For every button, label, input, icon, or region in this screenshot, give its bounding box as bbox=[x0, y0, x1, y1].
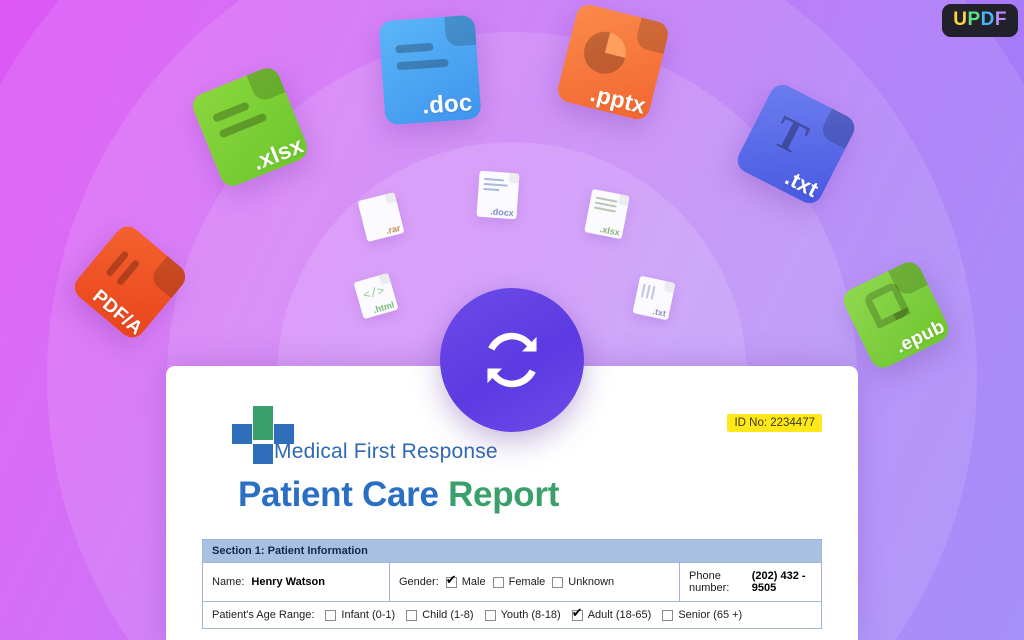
gender-option-male[interactable]: Male bbox=[445, 573, 486, 588]
table-row: Patient's Age Range: Infant (0-1) Child … bbox=[203, 602, 821, 629]
gender-field[interactable]: Gender: Male Female Unknown bbox=[389, 563, 679, 601]
phone-label: Phone number: bbox=[689, 570, 730, 594]
sync-convert-badge[interactable] bbox=[440, 288, 584, 432]
age-option-child[interactable]: Child (1-8) bbox=[406, 609, 474, 621]
document-lines-icon bbox=[483, 177, 508, 195]
checkbox-icon[interactable] bbox=[492, 576, 504, 588]
updf-logo-letter-f: F bbox=[994, 9, 1007, 30]
checkbox-checked-icon[interactable] bbox=[445, 573, 457, 588]
gender-option-unknown-label: Unknown bbox=[568, 576, 615, 588]
page-title: Patient Care Report bbox=[238, 475, 822, 515]
checkbox-icon[interactable] bbox=[484, 609, 496, 621]
patient-information-table: Section 1: Patient Information Name: Hen… bbox=[202, 539, 822, 629]
age-option-child-label: Child (1-8) bbox=[422, 609, 474, 621]
small-file-icon-docx-label: .docx bbox=[489, 206, 515, 219]
gender-option-female[interactable]: Female bbox=[492, 576, 546, 588]
file-icon-doc-label: .doc bbox=[421, 89, 474, 120]
age-range-field[interactable]: Patient's Age Range: Infant (0-1) Child … bbox=[203, 602, 821, 628]
code-brackets-icon: </> bbox=[361, 283, 387, 304]
page-fold-icon bbox=[508, 172, 520, 184]
file-icon-doc[interactable]: .doc bbox=[378, 14, 482, 126]
age-option-infant-label: Infant (0-1) bbox=[341, 609, 396, 621]
age-option-adult[interactable]: Adult (18-65) bbox=[571, 606, 652, 621]
updf-logo-letter-d: D bbox=[980, 9, 995, 30]
phone-field[interactable]: Phone number: (202) 432 - 9505 bbox=[679, 563, 821, 601]
updf-logo-letter-p: P bbox=[967, 9, 981, 30]
name-value: Henry Watson bbox=[251, 576, 325, 588]
sync-convert-icon bbox=[487, 332, 537, 388]
page-fold-icon bbox=[663, 281, 676, 293]
age-option-youth-label: Youth (8-18) bbox=[500, 609, 561, 621]
gender-option-unknown[interactable]: Unknown bbox=[552, 576, 614, 588]
table-row: Name: Henry Watson Gender: Male Female U… bbox=[203, 563, 821, 602]
small-file-icon-xlsx-label: .xlsx bbox=[599, 224, 621, 238]
age-option-youth[interactable]: Youth (8-18) bbox=[484, 609, 561, 621]
small-file-icon-txt-label: .txt bbox=[651, 306, 668, 319]
gender-label: Gender: bbox=[399, 576, 439, 588]
small-file-icon-docx[interactable]: .docx bbox=[476, 170, 520, 220]
checkbox-icon[interactable] bbox=[552, 576, 564, 588]
page-fold-icon bbox=[444, 14, 477, 47]
age-range-label: Patient's Age Range: bbox=[212, 609, 315, 621]
small-file-icon-rar-label: .rar bbox=[384, 222, 402, 237]
id-number-badge: ID No: 2234477 bbox=[727, 414, 822, 432]
gender-option-male-label: Male bbox=[461, 576, 486, 588]
checkbox-icon[interactable] bbox=[662, 609, 674, 621]
document-lines-icon bbox=[639, 283, 658, 309]
checkbox-icon[interactable] bbox=[325, 609, 337, 621]
name-label: Name: bbox=[212, 576, 245, 588]
page-title-part1: Patient Care bbox=[238, 475, 449, 514]
gender-option-female-label: Female bbox=[508, 576, 546, 588]
phone-value: (202) 432 - 9505 bbox=[751, 570, 806, 594]
page-title-part2: Report bbox=[448, 475, 560, 514]
pie-chart-icon bbox=[579, 27, 631, 79]
section-header: Section 1: Patient Information bbox=[203, 540, 821, 563]
checkbox-icon[interactable] bbox=[406, 609, 418, 621]
name-field[interactable]: Name: Henry Watson bbox=[203, 563, 389, 601]
medical-cross-logo bbox=[232, 406, 294, 464]
small-file-icon-txt[interactable]: .txt bbox=[632, 275, 676, 321]
document-lines-icon bbox=[395, 42, 450, 80]
page-fold-icon bbox=[384, 192, 397, 205]
checkbox-checked-icon[interactable] bbox=[571, 606, 583, 621]
age-option-senior-label: Senior (65 +) bbox=[678, 609, 743, 621]
document-lines-icon bbox=[211, 96, 270, 146]
updf-logo-letter-u: U bbox=[953, 9, 968, 30]
letter-t-icon: T bbox=[765, 105, 817, 165]
page-fold-icon bbox=[618, 194, 630, 206]
age-option-infant[interactable]: Infant (0-1) bbox=[325, 609, 395, 621]
updf-logo: UPDF bbox=[942, 4, 1018, 37]
age-option-adult-label: Adult (18-65) bbox=[587, 609, 652, 621]
age-option-senior[interactable]: Senior (65 +) bbox=[662, 609, 742, 621]
document-lines-icon bbox=[593, 196, 618, 216]
